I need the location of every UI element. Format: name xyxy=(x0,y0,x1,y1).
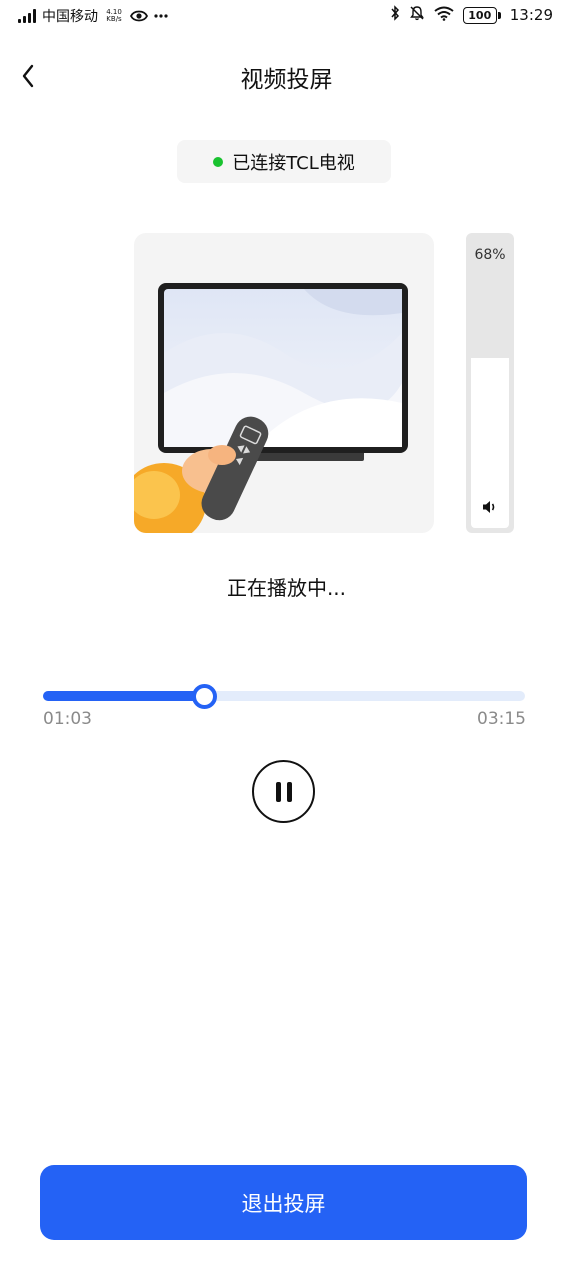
progress-bar[interactable] xyxy=(43,684,525,709)
bluetooth-icon xyxy=(390,5,400,25)
pause-icon xyxy=(275,781,281,802)
status-bar-left: 中国移动 4.10 KB/s xyxy=(18,6,168,26)
status-bar: 中国移动 4.10 KB/s 100 13:29 xyxy=(0,0,573,32)
volume-percent: 68% xyxy=(474,247,506,263)
signal-icon xyxy=(18,9,36,23)
exit-cast-button[interactable]: 退出投屏 xyxy=(40,1165,527,1240)
progress-fill xyxy=(43,691,205,701)
total-time: 03:15 xyxy=(477,709,526,729)
wifi-icon xyxy=(434,6,454,25)
speaker-icon xyxy=(483,501,495,513)
network-speed-unit: KB/s xyxy=(106,15,122,23)
network-speed: 4.10 KB/s xyxy=(104,9,124,23)
playback-status: 正在播放中... xyxy=(226,576,347,600)
mute-icon xyxy=(409,5,425,25)
header: 视频投屏 xyxy=(0,48,573,104)
tv-illustration xyxy=(134,233,434,533)
pause-button[interactable] xyxy=(252,760,315,823)
eye-icon xyxy=(130,10,148,22)
volume-slider[interactable]: 68% xyxy=(466,233,514,533)
page-title: 视频投屏 xyxy=(240,67,333,93)
connection-text: 已连接TCL电视 xyxy=(232,152,355,174)
clock: 13:29 xyxy=(509,6,553,24)
battery-icon: 100 xyxy=(462,6,501,24)
more-icon xyxy=(154,14,168,18)
connection-status: 已连接TCL电视 xyxy=(177,140,391,183)
carrier-name: 中国移动 xyxy=(42,9,98,25)
battery-level: 100 xyxy=(462,6,497,24)
current-time: 01:03 xyxy=(43,709,92,729)
progress-handle[interactable] xyxy=(192,684,218,709)
status-bar-right: 100 13:29 xyxy=(390,5,553,25)
connection-dot xyxy=(213,156,224,167)
